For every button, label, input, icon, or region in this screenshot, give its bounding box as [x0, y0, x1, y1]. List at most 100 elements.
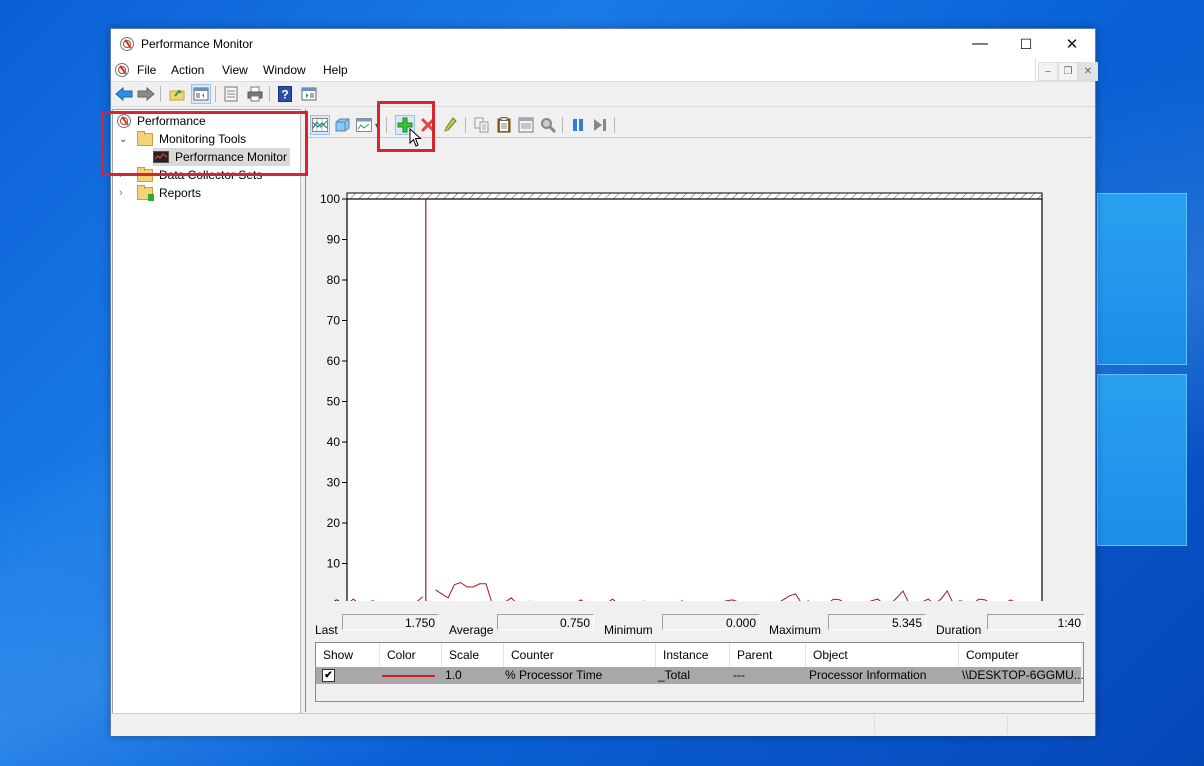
- y-tick-label: 100: [320, 192, 340, 206]
- counter-name: % Processor Time: [505, 668, 603, 682]
- update-data-icon[interactable]: [590, 115, 610, 135]
- mdi-restore-button[interactable]: ❐: [1058, 62, 1078, 81]
- toolbar-separator: [562, 117, 563, 133]
- counter-object: Processor Information: [809, 668, 927, 682]
- graph-overflow-band: [346, 192, 1043, 200]
- status-bar-divider: [1007, 716, 1008, 734]
- y-tick-label: 70: [327, 314, 341, 328]
- maximum-value: 5.345: [828, 614, 926, 630]
- minimize-button[interactable]: —: [957, 29, 1003, 59]
- menu-window[interactable]: Window: [263, 63, 306, 77]
- reports-folder-icon: [137, 184, 154, 201]
- tree-item-reports[interactable]: › Reports: [119, 184, 201, 202]
- properties-icon[interactable]: [516, 115, 536, 135]
- counter-legend: Show Color Scale Counter Instance Parent…: [315, 642, 1084, 702]
- counter-scale: 1.0: [445, 668, 462, 682]
- window-title: Performance Monitor: [141, 37, 254, 51]
- title-bar[interactable]: Performance Monitor — ☐ ✕: [111, 29, 1095, 59]
- properties-icon[interactable]: [221, 84, 241, 104]
- change-graph-type-icon[interactable]: [354, 115, 374, 135]
- print-icon[interactable]: [245, 84, 265, 104]
- show-hide-tree-icon[interactable]: [191, 84, 211, 104]
- status-bar: [111, 713, 1095, 736]
- console-tree: Performance ⌄ Monitoring Tools Performan…: [112, 109, 301, 714]
- forward-icon[interactable]: [136, 84, 156, 104]
- desktop-windows-logo-pane: [1097, 193, 1187, 365]
- menu-help[interactable]: Help: [323, 63, 348, 77]
- performance-monitor-pane: ▾ 10 20 30 40 50 60 70 80 90 100 Last 1.…: [305, 109, 1094, 712]
- chevron-right-icon[interactable]: ›: [119, 187, 131, 199]
- y-tick-label: 20: [327, 516, 341, 530]
- help-icon[interactable]: ?: [275, 84, 295, 104]
- maximum-label: Maximum: [769, 623, 822, 637]
- menu-file[interactable]: File: [137, 63, 156, 77]
- system-menu-icon[interactable]: [115, 63, 129, 77]
- status-bar-divider: [874, 716, 875, 734]
- tree-item-label: Reports: [159, 186, 202, 200]
- paste-counter-list-icon[interactable]: [494, 115, 514, 135]
- menu-divider: [1035, 59, 1036, 81]
- menu-bar: File Action View Window Help – ❐ ✕: [111, 59, 1098, 82]
- graph-plot-area: [346, 198, 1043, 601]
- average-label: Average: [449, 623, 494, 637]
- last-label: Last: [315, 623, 338, 637]
- y-tick-label: 50: [327, 395, 341, 409]
- view-histogram-icon[interactable]: [332, 115, 352, 135]
- back-icon[interactable]: [114, 84, 134, 104]
- column-header-parent[interactable]: Parent: [730, 643, 806, 667]
- minimum-value: 0.000: [662, 614, 760, 630]
- freeze-display-icon[interactable]: [568, 115, 588, 135]
- column-header-show[interactable]: Show: [316, 643, 380, 667]
- y-tick-label: 0: [333, 597, 340, 601]
- menu-view[interactable]: View: [222, 63, 248, 77]
- y-axis: 0 10 20 30 40 50 60 70 80 90 100: [320, 192, 347, 601]
- show-checkbox[interactable]: ✔: [322, 669, 335, 682]
- y-tick-label: 30: [327, 476, 341, 490]
- mouse-cursor-icon: [409, 128, 422, 147]
- toolbar-separator: [614, 117, 615, 133]
- close-button[interactable]: ✕: [1049, 29, 1095, 59]
- pane-splitter[interactable]: [300, 109, 304, 712]
- toolbar-separator: [215, 86, 216, 102]
- mdi-minimize-button[interactable]: –: [1038, 62, 1058, 81]
- show-action-pane-icon[interactable]: [299, 84, 319, 104]
- counter-color-swatch: [382, 675, 435, 677]
- column-header-instance[interactable]: Instance: [656, 643, 730, 667]
- y-tick-label: 90: [327, 233, 341, 247]
- menu-action[interactable]: Action: [171, 63, 204, 77]
- duration-label: Duration: [936, 623, 982, 637]
- copy-properties-icon[interactable]: [472, 115, 492, 135]
- column-header-counter[interactable]: Counter: [504, 643, 656, 667]
- y-tick-label: 60: [327, 354, 341, 368]
- counter-instance: _Total: [658, 668, 691, 682]
- y-tick-label: 40: [327, 435, 341, 449]
- column-header-computer[interactable]: Computer: [959, 643, 1081, 667]
- performance-graph[interactable]: 0102030405060708090100 5:27:54 AM5:26:45…: [306, 141, 1092, 601]
- up-folder-icon[interactable]: [167, 84, 187, 104]
- highlight-icon[interactable]: [440, 115, 460, 135]
- svg-text:?: ?: [281, 88, 288, 102]
- column-header-color[interactable]: Color: [380, 643, 442, 667]
- toolbar-separator: [269, 86, 270, 102]
- main-toolbar: ?: [111, 82, 1095, 107]
- toolbar-separator: [160, 86, 161, 102]
- desktop-windows-logo-pane: [1097, 374, 1187, 546]
- column-header-object[interactable]: Object: [806, 643, 959, 667]
- duration-value: 1:40: [987, 614, 1085, 630]
- toolbar-separator: [465, 117, 466, 133]
- view-graph-icon[interactable]: [310, 115, 330, 135]
- column-header-scale[interactable]: Scale: [442, 643, 504, 667]
- performance-monitor-app-icon: [120, 37, 134, 51]
- counter-computer: \\DESKTOP-6GGMU...: [962, 668, 1084, 682]
- zoom-icon[interactable]: [538, 115, 558, 135]
- y-tick-label: 10: [327, 557, 341, 571]
- last-value: 1.750: [342, 614, 439, 630]
- legend-row[interactable]: ✔ 1.0 % Processor Time _Total --- Proces…: [316, 667, 1084, 684]
- annotation-highlight-add-button: [377, 101, 435, 152]
- maximize-button[interactable]: ☐: [1003, 29, 1049, 59]
- minimum-label: Minimum: [604, 623, 653, 637]
- average-value: 0.750: [497, 614, 594, 630]
- annotation-highlight-tree: [101, 111, 308, 176]
- mdi-close-button[interactable]: ✕: [1078, 62, 1098, 81]
- y-tick-label: 80: [327, 273, 341, 287]
